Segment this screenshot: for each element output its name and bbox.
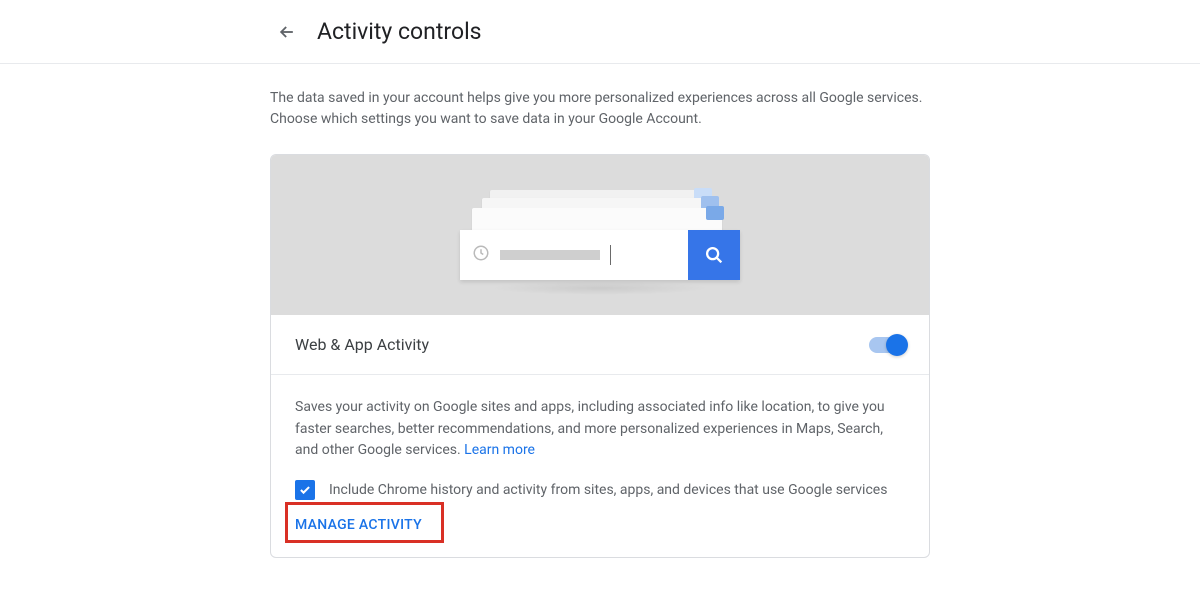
search-icon (688, 230, 740, 280)
intro-text: The data saved in your account helps giv… (270, 88, 930, 130)
description-text: Saves your activity on Google sites and … (295, 399, 885, 458)
back-arrow-icon[interactable] (275, 20, 299, 44)
activity-card: Web & App Activity Saves your activity o… (270, 154, 930, 558)
section-description: Saves your activity on Google sites and … (295, 397, 905, 462)
illustration-panel (271, 155, 929, 315)
clock-icon (472, 244, 490, 266)
include-chrome-checkbox[interactable] (295, 480, 315, 500)
web-app-activity-toggle[interactable] (869, 337, 905, 353)
page-title: Activity controls (317, 18, 482, 45)
search-illustration (460, 230, 740, 280)
manage-activity-button[interactable]: MANAGE ACTIVITY (295, 517, 422, 533)
section-title: Web & App Activity (295, 335, 429, 354)
learn-more-link[interactable]: Learn more (464, 442, 535, 458)
checkbox-label: Include Chrome history and activity from… (329, 482, 887, 498)
